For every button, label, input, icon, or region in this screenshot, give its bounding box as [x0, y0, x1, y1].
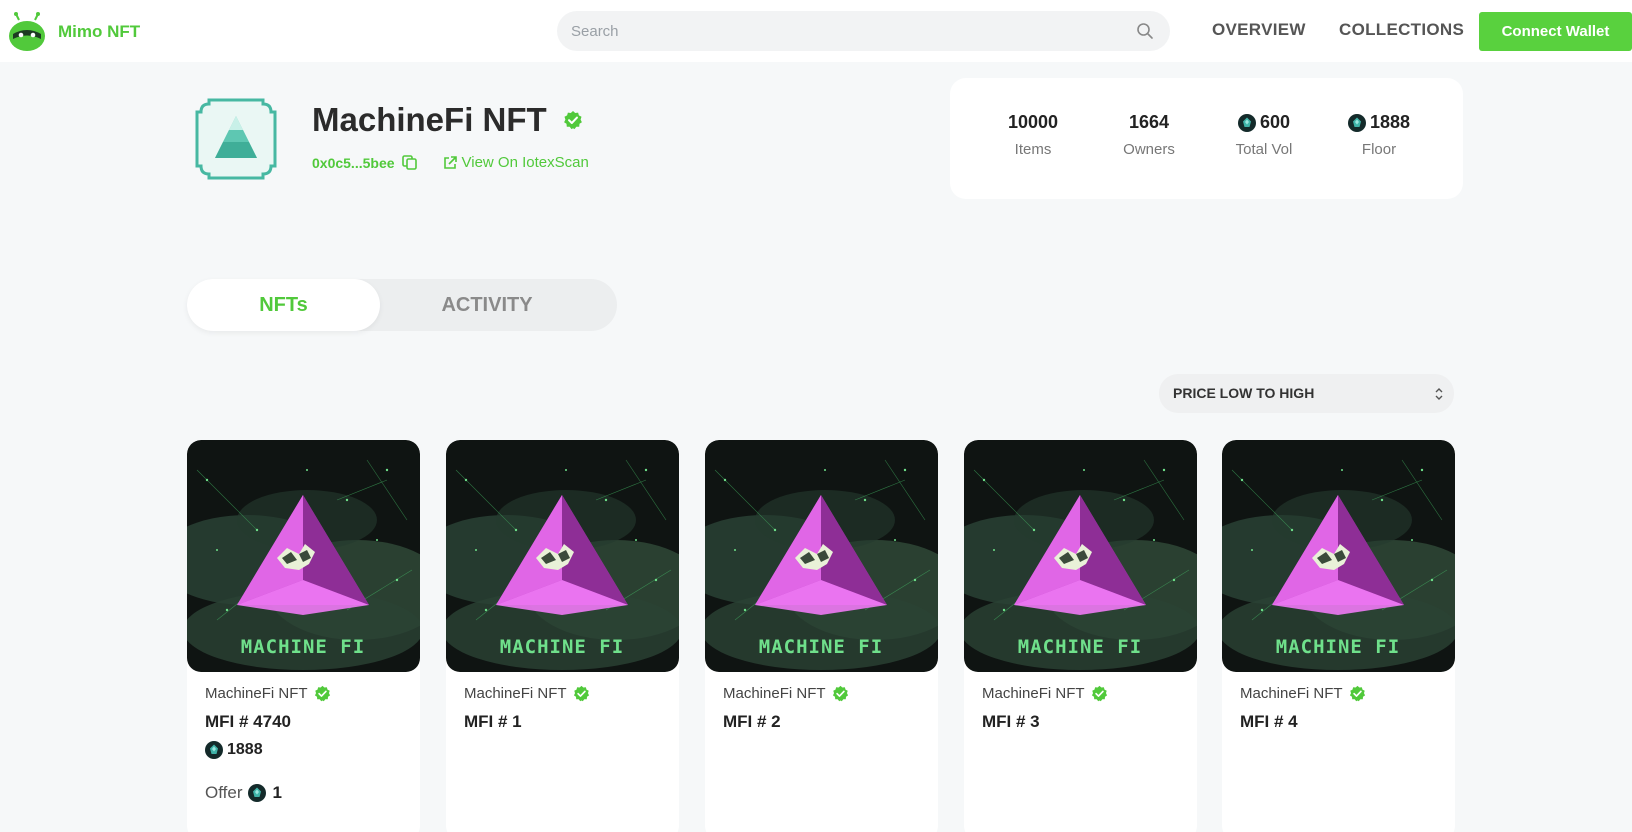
verified-icon [563, 110, 583, 130]
card-token-id: MFI # 4 [1240, 712, 1298, 731]
collection-links: 0x0c5...5bee View On IotexScan [312, 154, 589, 171]
top-bar: Mimo NFT OVERVIEW COLLECTIONS Connect Wa… [0, 0, 1632, 62]
stat-label: Items [1014, 141, 1052, 158]
copy-icon[interactable] [401, 154, 418, 171]
card-collection-name: MachineFi NFT [1240, 685, 1343, 702]
brand-home-link[interactable]: Mimo NFT [8, 12, 140, 52]
card-collection-name: MachineFi NFT [464, 685, 567, 702]
collection-title: MachineFi NFT [312, 101, 583, 139]
stat-value-row: 600 [1214, 112, 1314, 133]
card-collection: MachineFi NFT [723, 685, 849, 702]
verified-icon [573, 685, 590, 702]
sort-select[interactable]: PRICE LOW TO HIGH [1159, 374, 1454, 413]
mimo-robot-icon [9, 12, 45, 51]
card-collection: MachineFi NFT [1240, 685, 1366, 702]
contract-address: 0x0c5...5bee [312, 154, 395, 171]
nft-card[interactable]: MachineFi NFT MFI # 1 [446, 440, 679, 832]
stat-label: Owners [1123, 141, 1175, 158]
nft-card[interactable]: MachineFi NFT MFI # 3 [964, 440, 1197, 832]
card-collection: MachineFi NFT [982, 685, 1108, 702]
connect-wallet-button[interactable]: Connect Wallet [1479, 12, 1632, 51]
verified-icon [314, 685, 331, 702]
stat-label: Floor [1361, 141, 1397, 158]
iotex-coin-icon [1348, 114, 1366, 132]
nft-card[interactable]: MachineFi NFT MFI # 2 [705, 440, 938, 832]
iotex-coin-icon [1238, 114, 1256, 132]
verified-icon [1349, 685, 1366, 702]
card-collection-name: MachineFi NFT [723, 685, 826, 702]
card-collection-name: MachineFi NFT [205, 685, 308, 702]
tab-activity[interactable]: ACTIVITY [387, 279, 587, 331]
nft-card[interactable]: MachineFi NFT MFI # 4740 1888 Offer 1 [187, 440, 420, 832]
card-price-value: 1888 [227, 741, 263, 758]
card-collection: MachineFi NFT [205, 685, 331, 702]
view-tabs: NFTs ACTIVITY [187, 279, 617, 331]
iotex-coin-icon [248, 784, 266, 802]
card-token-id: MFI # 1 [464, 712, 522, 731]
card-collection: MachineFi NFT [464, 685, 590, 702]
stat-items: 10000 Items [983, 112, 1083, 158]
search-icon[interactable] [1136, 22, 1154, 40]
stat-value: 1888 [1369, 112, 1411, 132]
card-token-id: MFI # 2 [723, 712, 781, 731]
stat-value: 1664 [1128, 112, 1170, 132]
nav-collections[interactable]: COLLECTIONS [1339, 20, 1464, 40]
nft-artwork[interactable] [187, 440, 420, 672]
offer-label: Offer [205, 783, 243, 802]
verified-icon [1091, 685, 1108, 702]
nft-artwork[interactable] [705, 440, 938, 672]
verified-icon [832, 685, 849, 702]
iotex-coin-icon [205, 741, 223, 759]
search-bar[interactable] [557, 11, 1170, 51]
collection-name: MachineFi NFT [312, 101, 547, 138]
nav-overview[interactable]: OVERVIEW [1212, 20, 1306, 40]
sort-selected-value[interactable]: PRICE LOW TO HIGH [1173, 385, 1314, 401]
nft-artwork[interactable] [964, 440, 1197, 672]
card-token-id: MFI # 4740 [205, 712, 291, 731]
search-input[interactable] [557, 11, 1170, 51]
offer-value: 1 [272, 783, 282, 802]
stat-value: 600 [1259, 112, 1291, 132]
external-link-icon[interactable] [442, 155, 458, 171]
collection-logo [195, 98, 277, 180]
iotexscan-link[interactable]: View On IotexScan [462, 154, 589, 171]
nft-artwork[interactable] [446, 440, 679, 672]
card-offer: Offer 1 [205, 783, 282, 803]
tab-nfts[interactable]: NFTs [187, 279, 380, 331]
collection-stats: 10000 Items 1664 Owners 600 Total Vol 18… [950, 78, 1463, 199]
card-collection-name: MachineFi NFT [982, 685, 1085, 702]
card-token-id: MFI # 3 [982, 712, 1040, 731]
stat-total-vol: 600 Total Vol [1214, 112, 1314, 158]
nft-card[interactable]: MachineFi NFT MFI # 4 [1222, 440, 1455, 832]
stat-floor: 1888 Floor [1329, 112, 1429, 158]
brand-name[interactable]: Mimo NFT [58, 22, 140, 42]
stat-value: 10000 [1007, 112, 1059, 132]
chevron-up-down-icon[interactable] [1434, 386, 1444, 402]
nft-artwork[interactable] [1222, 440, 1455, 672]
card-price: 1888 [205, 741, 263, 759]
stat-label: Total Vol [1235, 141, 1293, 158]
stat-value-row: 1888 [1329, 112, 1429, 133]
stat-owners: 1664 Owners [1099, 112, 1199, 158]
